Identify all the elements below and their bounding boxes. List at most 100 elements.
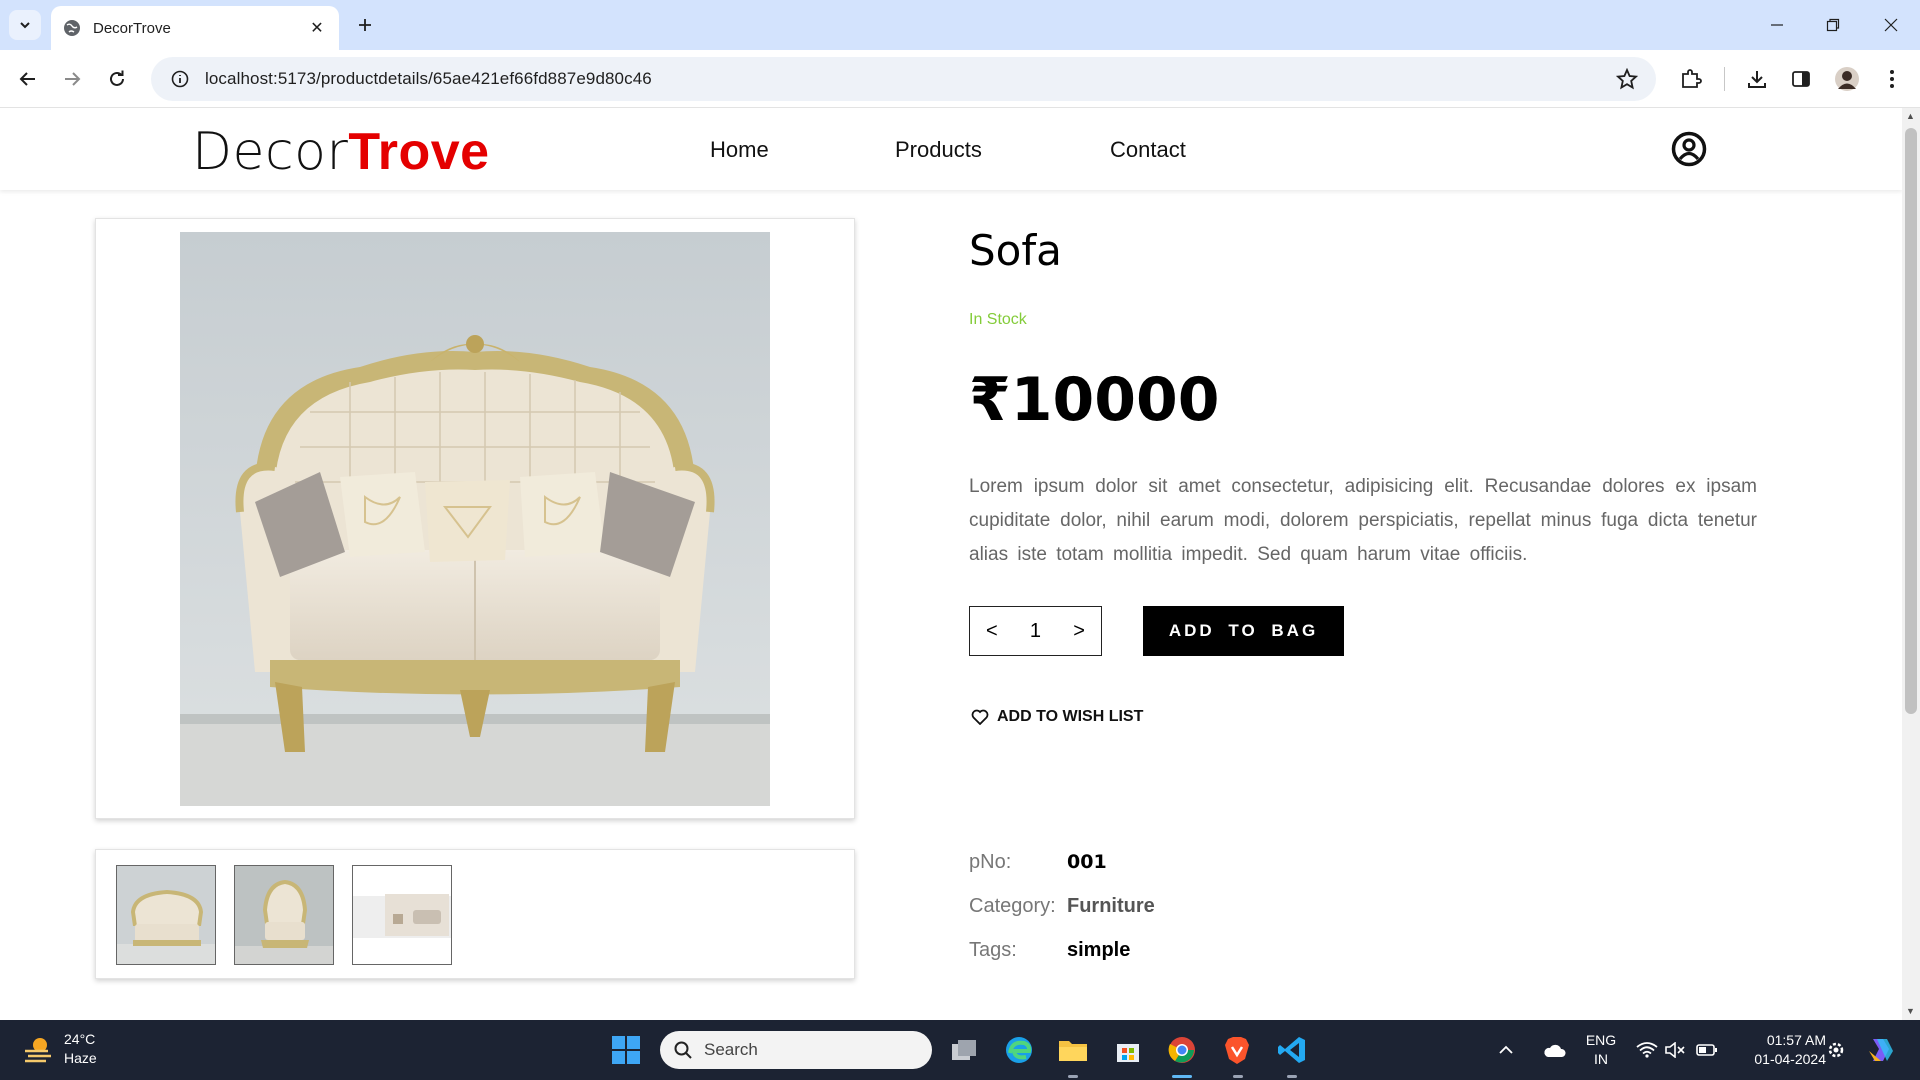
nav-contact[interactable]: Contact bbox=[1110, 137, 1186, 163]
account-button[interactable] bbox=[1671, 131, 1707, 172]
tags-value[interactable]: simple bbox=[1067, 939, 1130, 962]
close-window-button[interactable] bbox=[1876, 12, 1906, 38]
quantity-decrease-button[interactable]: < bbox=[977, 620, 1007, 643]
site-logo[interactable]: DecorTrove bbox=[192, 122, 490, 182]
nav-products[interactable]: Products bbox=[895, 137, 982, 163]
browser-toolbar: localhost:5173/productdetails/65ae421ef6… bbox=[0, 50, 1920, 108]
profile-avatar[interactable] bbox=[1832, 64, 1862, 94]
chrome-app[interactable] bbox=[1164, 1032, 1200, 1068]
arrow-left-icon bbox=[19, 72, 35, 86]
wifi-button[interactable] bbox=[1634, 1032, 1660, 1068]
windows-taskbar: 24°C Haze Search ENG IN 01:57 AM 01-04-2… bbox=[0, 1020, 1920, 1080]
bookmark-star-icon[interactable] bbox=[1616, 68, 1638, 90]
downloads-button[interactable] bbox=[1742, 64, 1772, 94]
product-image-panel bbox=[95, 218, 855, 819]
info-icon[interactable] bbox=[171, 70, 189, 88]
tab-search-button[interactable] bbox=[9, 10, 41, 40]
nav-home[interactable]: Home bbox=[710, 137, 769, 163]
brave-app[interactable] bbox=[1219, 1032, 1255, 1068]
download-icon bbox=[1748, 71, 1766, 88]
scroll-down-icon[interactable]: ▼ bbox=[1906, 1006, 1915, 1016]
kebab-menu-icon bbox=[1890, 70, 1894, 88]
start-button[interactable] bbox=[608, 1032, 644, 1068]
address-bar[interactable]: localhost:5173/productdetails/65ae421ef6… bbox=[151, 57, 1656, 101]
tab-title: DecorTrove bbox=[93, 19, 171, 37]
reload-button[interactable] bbox=[102, 64, 132, 94]
thumbnail-2[interactable] bbox=[234, 865, 334, 965]
scroll-thumb[interactable] bbox=[1905, 128, 1917, 714]
toolbar-divider bbox=[1724, 67, 1725, 91]
tray-overflow-button[interactable] bbox=[1494, 1032, 1518, 1068]
store-app[interactable] bbox=[1110, 1032, 1146, 1068]
clock-date: 01-04-2024 bbox=[1754, 1051, 1826, 1067]
minimize-icon bbox=[1771, 24, 1783, 26]
battery-button[interactable] bbox=[1694, 1032, 1720, 1068]
thumbnail-strip bbox=[95, 849, 855, 979]
weather-widget[interactable]: 24°C Haze bbox=[22, 1030, 97, 1068]
edge-icon bbox=[1006, 1037, 1032, 1063]
thumbnail-1[interactable] bbox=[116, 865, 216, 965]
sofa-image bbox=[180, 232, 770, 806]
thumbnail-3[interactable] bbox=[352, 865, 452, 965]
plus-icon bbox=[359, 19, 371, 31]
taskbar-search-placeholder: Search bbox=[704, 1040, 758, 1059]
windows-logo-icon bbox=[612, 1036, 640, 1064]
task-view-button[interactable] bbox=[946, 1032, 982, 1068]
sofa-thumbnail bbox=[117, 866, 215, 964]
clock[interactable]: 01:57 AM 01-04-2024 bbox=[1734, 1031, 1826, 1069]
logo-text-trove: Trove bbox=[348, 123, 490, 181]
globe-icon bbox=[64, 20, 80, 36]
forward-button[interactable] bbox=[57, 64, 87, 94]
edge-app[interactable] bbox=[1001, 1032, 1037, 1068]
task-view-icon bbox=[952, 1040, 976, 1060]
quantity-value[interactable]: 1 bbox=[1020, 620, 1050, 643]
site-header: DecorTrove Home Products Contact bbox=[0, 108, 1902, 190]
scroll-up-icon[interactable]: ▲ bbox=[1906, 111, 1915, 121]
vscode-icon bbox=[1278, 1037, 1305, 1063]
back-button[interactable] bbox=[13, 64, 43, 94]
pno-value: 001 bbox=[1067, 851, 1107, 873]
url-text[interactable]: localhost:5173/productdetails/65ae421ef6… bbox=[205, 69, 652, 89]
menu-button[interactable] bbox=[1877, 64, 1907, 94]
restore-button[interactable] bbox=[1818, 12, 1848, 38]
minimize-button[interactable] bbox=[1762, 12, 1792, 38]
add-to-bag-button[interactable]: ADD TO BAG bbox=[1143, 606, 1344, 656]
battery-icon bbox=[1696, 1044, 1717, 1056]
category-value[interactable]: Furniture bbox=[1067, 895, 1155, 918]
app-running-indicator bbox=[1068, 1075, 1078, 1078]
tab-close-icon[interactable]: ✕ bbox=[307, 18, 327, 38]
browser-tab-active[interactable]: DecorTrove ✕ bbox=[51, 6, 339, 50]
wifi-icon bbox=[1636, 1042, 1658, 1058]
language-indicator[interactable]: ENG IN bbox=[1584, 1031, 1618, 1069]
avatar-icon bbox=[1835, 67, 1859, 91]
quantity-stepper: < 1 > bbox=[969, 606, 1102, 656]
close-icon bbox=[1884, 18, 1898, 32]
weather-temperature: 24°C bbox=[64, 1031, 96, 1047]
cloud-icon bbox=[1544, 1044, 1566, 1057]
notifications-button[interactable] bbox=[1822, 1032, 1850, 1068]
side-panel-button[interactable] bbox=[1786, 64, 1816, 94]
app-active-indicator bbox=[1172, 1075, 1192, 1078]
brave-lion-icon bbox=[1225, 1037, 1249, 1064]
app-running-indicator bbox=[1233, 1075, 1243, 1078]
volume-muted-icon bbox=[1665, 1042, 1685, 1058]
extensions-button[interactable] bbox=[1676, 64, 1706, 94]
armchair-thumbnail bbox=[235, 866, 333, 964]
room-thumbnail bbox=[353, 866, 451, 964]
onedrive-button[interactable] bbox=[1536, 1032, 1572, 1068]
copilot-button[interactable] bbox=[1862, 1032, 1898, 1068]
add-to-wishlist-link[interactable]: ADD TO WISH LIST bbox=[971, 708, 1143, 726]
puzzle-icon bbox=[1682, 69, 1702, 88]
taskbar-search[interactable]: Search bbox=[660, 1031, 932, 1069]
product-main-image[interactable] bbox=[180, 232, 770, 806]
volume-button[interactable] bbox=[1662, 1032, 1688, 1068]
new-tab-button[interactable] bbox=[352, 12, 378, 38]
vscode-app[interactable] bbox=[1274, 1032, 1310, 1068]
quantity-increase-button[interactable]: > bbox=[1064, 620, 1094, 643]
wishlist-label: ADD TO WISH LIST bbox=[997, 708, 1144, 725]
copilot-icon bbox=[1869, 1039, 1893, 1061]
pno-label: pNo: bbox=[969, 851, 1012, 873]
file-explorer-app[interactable] bbox=[1055, 1032, 1091, 1068]
page-scrollbar[interactable]: ▲ ▼ bbox=[1902, 108, 1920, 1020]
side-panel-icon bbox=[1792, 71, 1810, 87]
